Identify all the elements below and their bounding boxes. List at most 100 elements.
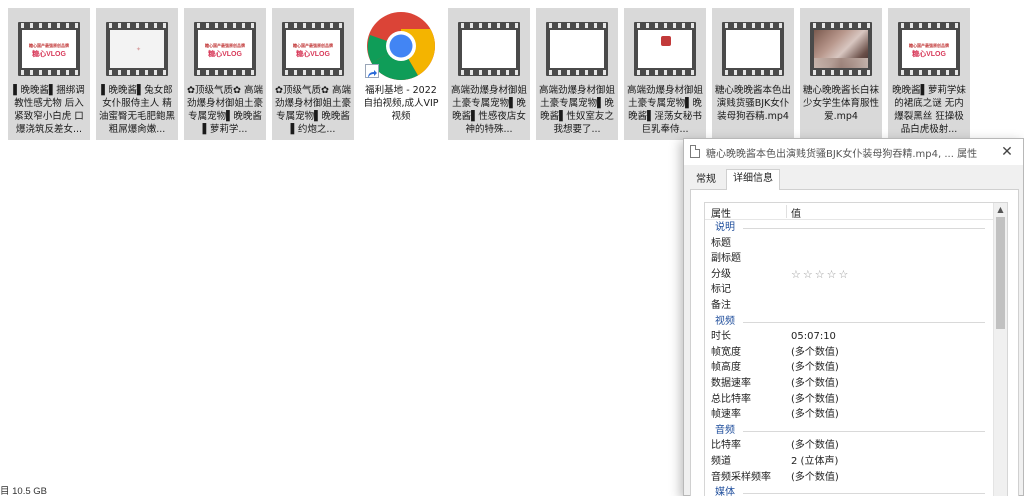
- property-row[interactable]: 分级 ☆☆☆☆☆: [705, 267, 995, 283]
- cover-badge-icon: [661, 36, 671, 46]
- file-name-label: ▌晚晚酱▌捆绑调教性感尤物 后入紧致窄小白虎 口爆浇筑反差女...: [13, 85, 85, 135]
- property-row[interactable]: 音频采样频率 (多个数值): [705, 470, 995, 486]
- chrome-icon: [365, 10, 437, 82]
- tab-general[interactable]: 常规: [690, 172, 722, 190]
- file-name-label: 高端劲爆身材御姐土豪专属宠物▌晚晚酱▌性奴室友之我想要了...: [538, 85, 615, 135]
- file-name-label: 福利基地 - 2022自拍视频,成人VIP视频: [363, 85, 439, 122]
- property-name: 帧宽度: [711, 346, 741, 358]
- property-value[interactable]: (多个数值): [791, 407, 839, 423]
- property-row[interactable]: 数据速率 (多个数值): [705, 376, 995, 392]
- properties-dialog: 糖心晚晚酱本色出演贱货骚BJK女仆装母狗吞精.mp4, ... 属性 ✕ 常规 …: [683, 138, 1024, 496]
- vertical-scrollbar[interactable]: ▲: [993, 203, 1007, 496]
- column-separator[interactable]: [786, 205, 787, 218]
- video-file-item[interactable]: 糖心国产最强原创品牌 糖心VLOG ✿顶级气质✿ 高端劲爆身材御姐土豪专属宠物▌晚晚…: [184, 8, 266, 140]
- column-header-value[interactable]: 值: [791, 205, 801, 220]
- star-icon[interactable]: ☆: [839, 268, 851, 281]
- video-file-item[interactable]: 高端劲爆身材御姐土豪专属宠物▌晚晚酱▌性感夜店女神的特殊...: [448, 8, 530, 140]
- film-strip-icon: [458, 22, 520, 76]
- property-rows: 说明 标题 副标题 分级 ☆☆☆☆☆ 标记 备注 视频 时长 05:07:10 帧宽度 (多个数值) 帧…: [705, 220, 995, 496]
- thumbnail-frame: 糖心国产最强原创品牌 糖心VLOG: [22, 30, 76, 68]
- property-row[interactable]: 频道 2 (立体声): [705, 454, 995, 470]
- scroll-up-arrow-icon[interactable]: ▲: [994, 203, 1007, 216]
- tab-details[interactable]: 详细信息: [726, 169, 780, 190]
- file-name-label: 高端劲爆身材御姐土豪专属宠物▌晚晚酱▌性感夜店女神的特殊...: [450, 85, 527, 135]
- star-icon[interactable]: ☆: [815, 268, 827, 281]
- property-row[interactable]: 总比特率 (多个数值): [705, 392, 995, 408]
- video-file-item[interactable]: 糖心国产最强原创品牌 糖心VLOG ✿顶级气质✿ 高端劲爆身材御姐土豪专属宠物▌晚晚…: [272, 8, 354, 140]
- file-name-label: ▌晚晚酱▌兔女郎女仆服侍主人 精油蜜臀无毛肥鲍黑粗屌爆肏嫩...: [98, 85, 175, 135]
- property-name: 总比特率: [711, 393, 751, 405]
- close-button[interactable]: ✕: [997, 142, 1017, 162]
- thumbnail-frame: 糖心国产最强原创品牌 糖心VLOG: [198, 30, 252, 68]
- property-name: 标题: [711, 237, 731, 249]
- cover-logo-text: 糖心VLOG: [296, 51, 330, 58]
- star-icon[interactable]: ☆: [827, 268, 839, 281]
- property-row[interactable]: 副标题: [705, 251, 995, 267]
- cover-logo-text: 糖心VLOG: [32, 51, 66, 58]
- video-file-item[interactable]: 高端劲爆身材御姐土豪专属宠物▌晚晚酱▌淫荡女秘书巨乳奉侍...: [624, 8, 706, 140]
- section-label: 视频: [715, 315, 735, 327]
- details-panel: 属性 值 说明标题副标题 分级 ☆☆☆☆☆ 标记备注 视频时长 05:07:10 帧宽度 (多…: [690, 189, 1019, 496]
- star-icon[interactable]: ☆: [803, 268, 815, 281]
- shortcut-arrow-icon: [365, 64, 379, 78]
- video-file-item[interactable]: ✦ ▌晚晚酱▌兔女郎女仆服侍主人 精油蜜臀无毛肥鲍黑粗屌爆肏嫩...: [96, 8, 178, 140]
- section-header: 媒体: [705, 485, 995, 496]
- property-value[interactable]: 05:07:10: [791, 329, 836, 345]
- property-row[interactable]: 时长 05:07:10: [705, 329, 995, 345]
- thumbnail-frame: [814, 30, 868, 68]
- property-value[interactable]: 2 (立体声): [791, 454, 838, 470]
- shortcut-item[interactable]: 福利基地 - 2022自拍视频,成人VIP视频: [360, 8, 442, 140]
- film-strip-icon: [722, 22, 784, 76]
- video-file-item[interactable]: 糖心国产最强原创品牌 糖心VLOG 晚晚酱▌萝莉学妹的裙底之谜 无内爆裂黑丝 狂操极…: [888, 8, 970, 140]
- video-file-item[interactable]: 糖心晚晚酱本色出演贱货骚BJK女仆装母狗吞精.mp4: [712, 8, 794, 140]
- scrollbar-thumb[interactable]: [996, 217, 1005, 329]
- status-bar: 目 10.5 GB: [0, 486, 47, 496]
- video-thumbnail: 糖心国产最强原创品牌 糖心VLOG: [282, 16, 344, 82]
- video-thumbnail: ✦: [106, 16, 168, 82]
- property-row[interactable]: 帧宽度 (多个数值): [705, 345, 995, 361]
- video-file-item[interactable]: 糖心国产最强原创品牌 糖心VLOG ▌晚晚酱▌捆绑调教性感尤物 后入紧致窄小白虎 口…: [8, 8, 90, 140]
- property-name: 频道: [711, 455, 731, 467]
- property-name: 帧速率: [711, 409, 741, 421]
- property-row[interactable]: 帧高度 (多个数值): [705, 360, 995, 376]
- photo-detail: [814, 58, 868, 68]
- dialog-titlebar[interactable]: 糖心晚晚酱本色出演贱货骚BJK女仆装母狗吞精.mp4, ... 属性 ✕: [684, 139, 1023, 165]
- property-name: 标记: [711, 284, 731, 296]
- property-value[interactable]: (多个数值): [791, 360, 839, 376]
- property-name: 比特率: [711, 440, 741, 452]
- film-strip-icon: 糖心国产最强原创品牌 糖心VLOG: [282, 22, 344, 76]
- section-label: 说明: [715, 222, 735, 233]
- property-value[interactable]: (多个数值): [791, 345, 839, 361]
- property-row[interactable]: 标题: [705, 236, 995, 252]
- video-file-item[interactable]: 高端劲爆身材御姐土豪专属宠物▌晚晚酱▌性奴室友之我想要了...: [536, 8, 618, 140]
- video-file-item[interactable]: 糖心晚晚酱长白袜少女学生体育服性爱.mp4: [800, 8, 882, 140]
- cover-logo-text: 糖心VLOG: [912, 51, 946, 58]
- file-name-label: ✿顶级气质✿ 高端劲爆身材御姐土豪专属宠物▌晚晚酱▌萝莉学...: [186, 85, 263, 135]
- file-name-label: 糖心晚晚酱本色出演贱货骚BJK女仆装母狗吞精.mp4: [714, 85, 791, 122]
- property-row[interactable]: 标记: [705, 282, 995, 298]
- film-strip-icon: [634, 22, 696, 76]
- file-name-label: 糖心晚晚酱长白袜少女学生体育服性爱.mp4: [802, 85, 879, 122]
- star-icon[interactable]: ☆: [791, 268, 803, 281]
- property-row[interactable]: 比特率 (多个数值): [705, 438, 995, 454]
- video-thumbnail: 糖心国产最强原创品牌 糖心VLOG: [898, 16, 960, 82]
- property-grid: 属性 值 说明标题副标题 分级 ☆☆☆☆☆ 标记备注 视频时长 05:07:10 帧宽度 (多…: [704, 202, 1008, 496]
- section-header: 音频: [705, 423, 995, 439]
- thumbnail-frame: ✦: [110, 30, 164, 68]
- thumbnail-frame: [638, 30, 692, 68]
- property-value[interactable]: (多个数值): [791, 392, 839, 408]
- film-strip-icon: [546, 22, 608, 76]
- property-value[interactable]: (多个数值): [791, 376, 839, 392]
- property-value[interactable]: (多个数值): [791, 470, 839, 486]
- thumbnail-frame: [726, 30, 780, 68]
- rating-stars[interactable]: ☆☆☆☆☆: [791, 267, 850, 283]
- property-row[interactable]: 备注: [705, 298, 995, 314]
- property-row[interactable]: 帧速率 (多个数值): [705, 407, 995, 423]
- property-name: 时长: [711, 331, 731, 343]
- column-header-property[interactable]: 属性: [711, 205, 731, 220]
- section-header: 说明: [705, 220, 995, 236]
- property-name: 帧高度: [711, 362, 741, 374]
- property-value[interactable]: (多个数值): [791, 438, 839, 454]
- film-strip-icon: [810, 22, 872, 76]
- dialog-title: 糖心晚晚酱本色出演贱货骚BJK女仆装母狗吞精.mp4, ... 属性: [706, 149, 978, 160]
